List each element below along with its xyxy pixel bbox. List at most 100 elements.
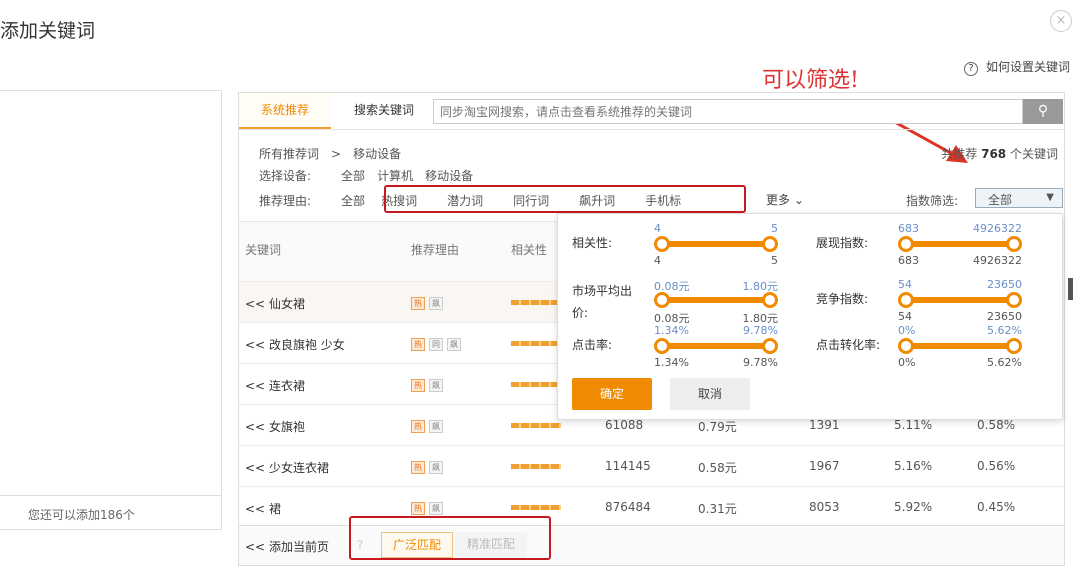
- slider-min-handle[interactable]: [654, 236, 670, 252]
- breadcrumb-root[interactable]: 所有推荐词: [259, 147, 319, 161]
- slider-label: 相关性:: [572, 236, 613, 250]
- tab-recommend[interactable]: 系统推荐: [239, 93, 331, 129]
- add-keyword-button[interactable]: << 仙女裙: [245, 295, 305, 312]
- metric-value: 0.45%: [977, 500, 1016, 514]
- reason-badge: 飙: [429, 297, 443, 310]
- metric-value: 0.31元: [698, 502, 737, 516]
- tab-search[interactable]: 搜索关键词: [354, 93, 414, 129]
- help-label: 如何设置关键词: [985, 60, 1070, 74]
- relevance-stars: [511, 295, 561, 309]
- slider-max-value: 5.62%: [987, 324, 1022, 337]
- add-current-page-button[interactable]: << 添加当前页: [245, 538, 329, 555]
- device-computer[interactable]: 计算机: [377, 169, 413, 183]
- slider-max-handle[interactable]: [762, 338, 778, 354]
- add-keyword-button[interactable]: << 连衣裙: [245, 377, 305, 394]
- reason-badge: 热: [411, 420, 425, 433]
- add-keyword-button[interactable]: << 裙: [245, 500, 281, 517]
- slider-min-value: 4: [654, 254, 661, 267]
- slider-label: 竞争指数:: [816, 292, 869, 306]
- relevance-stars: [511, 377, 561, 391]
- slider-min-handle[interactable]: [898, 236, 914, 252]
- table-row: << 少女连衣裙 热飙 114145 0.58元 1967 5.16% 0.56%: [239, 445, 1064, 486]
- slider-min-handle[interactable]: [898, 338, 914, 354]
- device-filter: 选择设备: 全部 计算机 移动设备: [259, 167, 485, 184]
- slider-max-value: 23650: [987, 310, 1022, 323]
- help-icon: ?: [963, 62, 978, 76]
- slider-max-value: 9.78%: [743, 356, 778, 369]
- slider-max-value: 4926322: [973, 254, 1022, 267]
- range-slider[interactable]: 1.34% 9.78% 1.34% 9.78%: [654, 324, 778, 369]
- slider-max-value: 4926322: [973, 222, 1022, 235]
- device-mobile[interactable]: 移动设备: [425, 169, 473, 183]
- slider-max-handle[interactable]: [1006, 236, 1022, 252]
- confirm-button[interactable]: 确定: [572, 378, 652, 410]
- slider-min-handle[interactable]: [654, 292, 670, 308]
- cancel-button[interactable]: 取消: [670, 378, 750, 410]
- breadcrumb: 所有推荐词 > 移动设备: [259, 145, 413, 162]
- index-filter-label: 指数筛选:: [906, 194, 959, 208]
- reason-badge: 飙: [447, 338, 461, 351]
- add-keyword-button[interactable]: << 女旗袍: [245, 418, 305, 435]
- slider-min-value: 54: [898, 310, 912, 323]
- caret-down-icon: ▼: [1046, 192, 1054, 203]
- reason-badges: 热飙: [411, 459, 447, 474]
- slider-max-value: 5.62%: [987, 356, 1022, 369]
- slider-max-handle[interactable]: [1006, 338, 1022, 354]
- scrollbar[interactable]: [1068, 278, 1073, 300]
- slider-min-handle[interactable]: [898, 292, 914, 308]
- breadcrumb-current: 移动设备: [353, 147, 402, 161]
- search-input[interactable]: [433, 99, 1023, 124]
- reason-badge: 飙: [429, 502, 443, 515]
- slider-min-value: 54: [898, 278, 912, 291]
- reason-badge: 热: [411, 502, 425, 515]
- range-slider[interactable]: 0% 5.62% 0% 5.62%: [898, 324, 1022, 369]
- header-reason: 推荐理由: [411, 243, 460, 257]
- metric-value: 876484: [605, 500, 651, 514]
- range-slider[interactable]: 683 4926322 683 4926322: [898, 222, 1022, 267]
- slider-min-value: 0.08元: [654, 280, 690, 293]
- slider-min-value: 4: [654, 222, 661, 235]
- metric-value: 0.58%: [977, 418, 1016, 432]
- search-button[interactable]: ⚲: [1023, 99, 1063, 124]
- range-slider[interactable]: 54 23650 54 23650: [898, 278, 1022, 323]
- range-slider[interactable]: 4 5 4 5: [654, 222, 778, 267]
- index-filter-popup: 确定 取消 相关性: 4 5 4 5 展现指数: 683 4926322 683 …: [557, 213, 1063, 420]
- metric-value: 61088: [605, 418, 644, 432]
- highlight-box: [384, 185, 746, 213]
- reason-label: 推荐理由:: [259, 194, 312, 208]
- help-link[interactable]: ? 如何设置关键词: [963, 58, 1070, 76]
- reason-badge: 热: [411, 379, 425, 392]
- metric-value: 1967: [809, 459, 840, 473]
- slider-label: 点击转化率:: [816, 338, 881, 352]
- relevance-stars: [511, 418, 561, 432]
- slider-max-handle[interactable]: [762, 292, 778, 308]
- reason-badges: 热飙: [411, 500, 447, 515]
- slider-min-handle[interactable]: [654, 338, 670, 354]
- slider-min-value: 1.34%: [654, 324, 689, 337]
- table-footer: << 添加当前页 ? 广泛匹配 精准匹配: [239, 516, 1064, 565]
- chevron-down-icon: ⌄: [793, 193, 804, 207]
- device-all[interactable]: 全部: [341, 169, 365, 183]
- close-button[interactable]: ×: [1050, 10, 1072, 32]
- index-filter-select[interactable]: 全部 ▼: [975, 188, 1063, 208]
- relevance-stars: [511, 500, 561, 514]
- annotation-text: 可以筛选!: [762, 68, 859, 93]
- relevance-stars: [511, 336, 561, 350]
- header-relevance[interactable]: 相关性: [511, 241, 547, 258]
- add-keyword-button[interactable]: << 少女连衣裙: [245, 459, 329, 476]
- reason-badges: 热飙: [411, 377, 447, 392]
- slider-max-handle[interactable]: [762, 236, 778, 252]
- slider-min-value: 683: [898, 254, 919, 267]
- slider-min-value: 1.34%: [654, 356, 689, 369]
- selected-keywords-panel: 您还可以添加186个: [0, 90, 222, 530]
- reason-badges: 热飙: [411, 418, 447, 433]
- metric-value: 0.58元: [698, 461, 737, 475]
- add-keyword-button[interactable]: << 改良旗袍 少女: [245, 336, 345, 353]
- more-button[interactable]: 更多 ⌄: [766, 191, 804, 208]
- metric-value: 0.79元: [698, 420, 737, 434]
- slider-max-value: 1.80元: [742, 280, 779, 293]
- reason-all[interactable]: 全部: [341, 194, 365, 208]
- slider-max-handle[interactable]: [1006, 292, 1022, 308]
- slider-label: 市场平均出价:: [572, 284, 633, 320]
- range-slider[interactable]: 0.08元 1.80元 0.08元 1.80元: [654, 280, 778, 325]
